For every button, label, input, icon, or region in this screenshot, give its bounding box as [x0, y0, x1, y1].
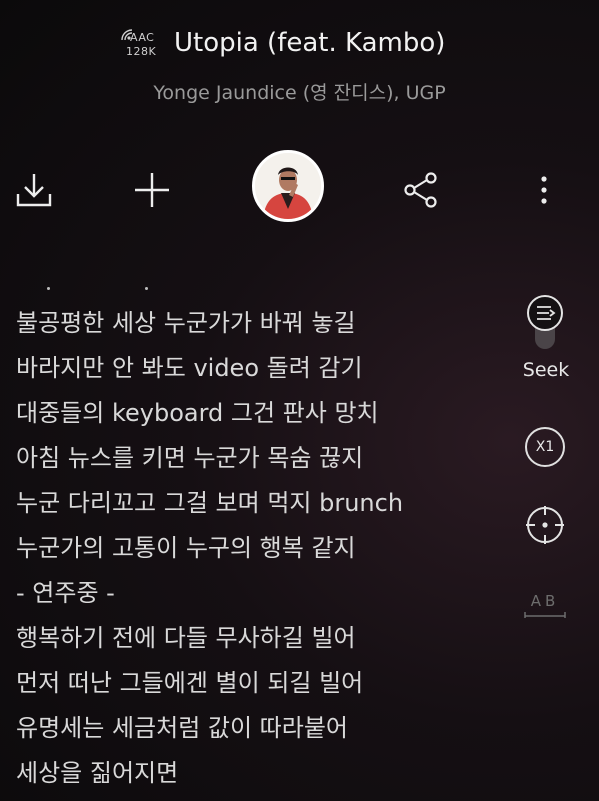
codec-bitrate: 128K [126, 45, 157, 58]
lyric-line-instrumental[interactable]: - 연주중 - [16, 571, 516, 616]
crosshair-icon [526, 506, 564, 544]
locate-current-line-button[interactable] [525, 505, 565, 545]
plus-icon [135, 173, 169, 207]
artist-name: Yonge Jaundice (영 잔디스), UGP [153, 82, 446, 104]
seek-toggle[interactable] [525, 293, 565, 349]
playback-speed-button[interactable]: X1 [525, 427, 565, 467]
lyrics-panel[interactable]: 불공평한 세상 누군가가 바꿔 놓길 바라지만 안 봐도 video 돌려 감기… [16, 283, 516, 796]
codec-format: AAC [130, 31, 155, 44]
lyric-line[interactable]: 유명세는 세금처럼 값이 따라붙어 [16, 706, 516, 751]
ab-repeat-label: AB [530, 592, 560, 610]
lyric-line[interactable]: 아침 뉴스를 키면 누군가 목숨 끊지 [16, 436, 516, 481]
ab-range-icon [524, 612, 566, 618]
more-options-button[interactable] [522, 168, 566, 212]
lyric-line[interactable]: 불공평한 세상 누군가가 바꿔 놓길 [16, 301, 516, 346]
add-to-playlist-button[interactable] [130, 168, 174, 212]
lyric-line[interactable]: 대중들의 keyboard 그건 판사 망치 [16, 391, 516, 436]
share-icon [404, 172, 437, 208]
lyric-line[interactable]: 누군 다리꼬고 그걸 보며 먹지 brunch [16, 481, 516, 526]
share-button[interactable] [399, 168, 443, 212]
seek-toggle-icon [527, 295, 563, 349]
side-controls: Seek X1 AB [516, 290, 576, 630]
more-icon [541, 176, 547, 204]
ab-repeat-button[interactable]: AB [522, 592, 568, 622]
seek-label: Seek [522, 359, 570, 381]
codec-badge: AAC 128K [120, 28, 166, 62]
lyric-line[interactable]: 행복하기 전에 다들 무사하길 빌어 [16, 616, 516, 661]
lyric-line[interactable]: 바라지만 안 봐도 video 돌려 감기 [16, 346, 516, 391]
lyric-line[interactable]: 먼저 떠난 그들에겐 별이 되길 빌어 [16, 661, 516, 706]
header: AAC 128K Utopia (feat. Kambo) Yonge Jaun… [0, 0, 599, 110]
lyric-line[interactable]: 세상을 짊어지면 [16, 751, 516, 796]
album-art-image [255, 153, 321, 219]
lyrics-fade-dots [16, 283, 516, 301]
lyric-line[interactable]: 누군가의 고통이 누구의 행복 같지 [16, 526, 516, 571]
toolbar [0, 150, 599, 230]
song-title: Utopia (feat. Kambo) [174, 28, 446, 58]
download-icon [16, 174, 52, 207]
download-button[interactable] [12, 168, 56, 212]
album-art[interactable] [252, 150, 324, 222]
speed-label: X1 [535, 439, 555, 455]
